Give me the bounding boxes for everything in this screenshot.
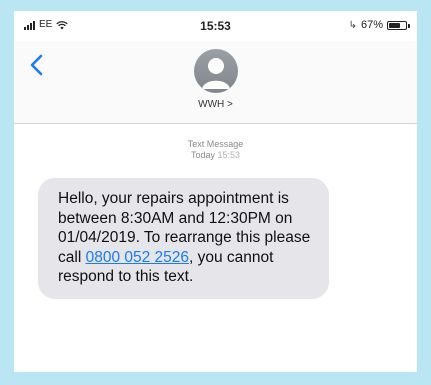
status-right: ↳ 67%	[348, 19, 410, 31]
time-label: 15:53	[217, 150, 241, 160]
contact-name[interactable]: WWH >	[14, 99, 417, 110]
battery-percent: 67%	[360, 19, 383, 31]
back-chevron-icon[interactable]	[26, 53, 50, 77]
status-bar: EE 15:53 ↳ 67%	[14, 11, 417, 41]
phone-screen: EE 15:53 ↳ 67% WWH > Text Message Today …	[14, 11, 417, 372]
battery-level	[389, 22, 400, 28]
phone-number-link[interactable]: 0800 052 2526	[86, 249, 189, 266]
timestamp: Today 15:53	[14, 150, 417, 161]
battery-tip	[408, 23, 410, 28]
message-bubble[interactable]: Hello, your repairs appointment is betwe…	[38, 178, 329, 299]
date-label: Today	[190, 150, 215, 160]
conversation-header: WWH >	[14, 41, 417, 124]
person-silhouette-icon	[201, 58, 230, 89]
charging-icon: ↳	[348, 19, 357, 31]
message-type-label: Text Message	[187, 139, 244, 149]
thread-meta: Text Message Today 15:53	[14, 139, 417, 161]
battery-icon	[387, 20, 410, 30]
avatar-icon[interactable]	[193, 49, 238, 93]
